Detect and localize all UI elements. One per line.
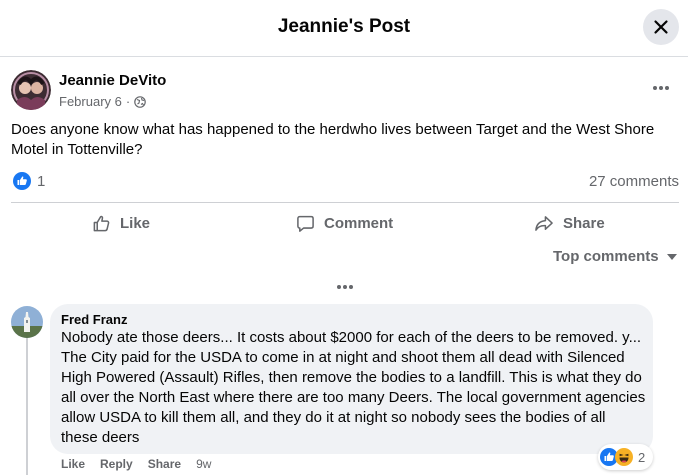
post-options-button[interactable] bbox=[648, 78, 674, 98]
like-reaction-icon bbox=[13, 172, 31, 190]
comment-like-link[interactable]: Like bbox=[61, 457, 85, 471]
reaction-count[interactable]: 1 bbox=[37, 173, 45, 190]
comment-button[interactable]: Comment bbox=[296, 207, 393, 239]
comment-reaction-count: 2 bbox=[638, 449, 646, 465]
comment-icon bbox=[297, 215, 314, 232]
more-horizontal-icon bbox=[653, 86, 669, 90]
caret-down-icon bbox=[666, 253, 677, 260]
post-dialog-header: Jeannie's Post bbox=[0, 0, 688, 57]
comment-label: Comment bbox=[324, 214, 394, 232]
comment-share-link[interactable]: Share bbox=[148, 457, 181, 471]
share-icon bbox=[535, 215, 553, 231]
close-icon bbox=[654, 20, 668, 34]
post-body-text: Does anyone know what has happened to th… bbox=[11, 121, 655, 158]
share-label: Share bbox=[563, 214, 605, 232]
close-button[interactable] bbox=[643, 9, 679, 45]
reply-thread-line bbox=[26, 337, 28, 475]
comment-reactions[interactable]: 2 bbox=[598, 444, 654, 470]
comment-timestamp[interactable]: 9w bbox=[196, 457, 211, 471]
post-meta: February 6 · bbox=[59, 94, 147, 109]
post-date[interactable]: February 6 bbox=[59, 94, 122, 109]
like-button[interactable]: Like bbox=[92, 207, 150, 239]
share-button[interactable]: Share bbox=[534, 207, 605, 239]
commenter-avatar[interactable] bbox=[11, 306, 43, 338]
like-label: Like bbox=[120, 214, 151, 232]
divider bbox=[11, 202, 679, 203]
meta-separator: · bbox=[125, 94, 131, 109]
comment-reply-link[interactable]: Reply bbox=[100, 457, 133, 471]
like-reaction-badge[interactable] bbox=[13, 172, 31, 195]
more-horizontal-icon bbox=[337, 285, 353, 289]
comment-sort-dropdown[interactable]: Top comments bbox=[553, 248, 677, 265]
commenter-name[interactable]: Fred Franz bbox=[61, 312, 127, 327]
comments-count-link[interactable]: 27 comments bbox=[589, 173, 679, 190]
post-author-name[interactable]: Jeannie DeVito bbox=[59, 72, 166, 89]
haha-reaction-icon bbox=[615, 448, 633, 466]
author-avatar[interactable] bbox=[11, 70, 51, 110]
view-more-comments-button[interactable] bbox=[335, 280, 355, 294]
comment-actions: Like Reply Share 9w bbox=[61, 457, 211, 471]
comment-text: Nobody ate those deers... It costs about… bbox=[61, 329, 646, 446]
thumbs-up-icon bbox=[93, 215, 110, 231]
globe-icon bbox=[134, 95, 147, 108]
dialog-title: Jeannie's Post bbox=[277, 16, 411, 37]
sort-label: Top comments bbox=[553, 248, 659, 265]
